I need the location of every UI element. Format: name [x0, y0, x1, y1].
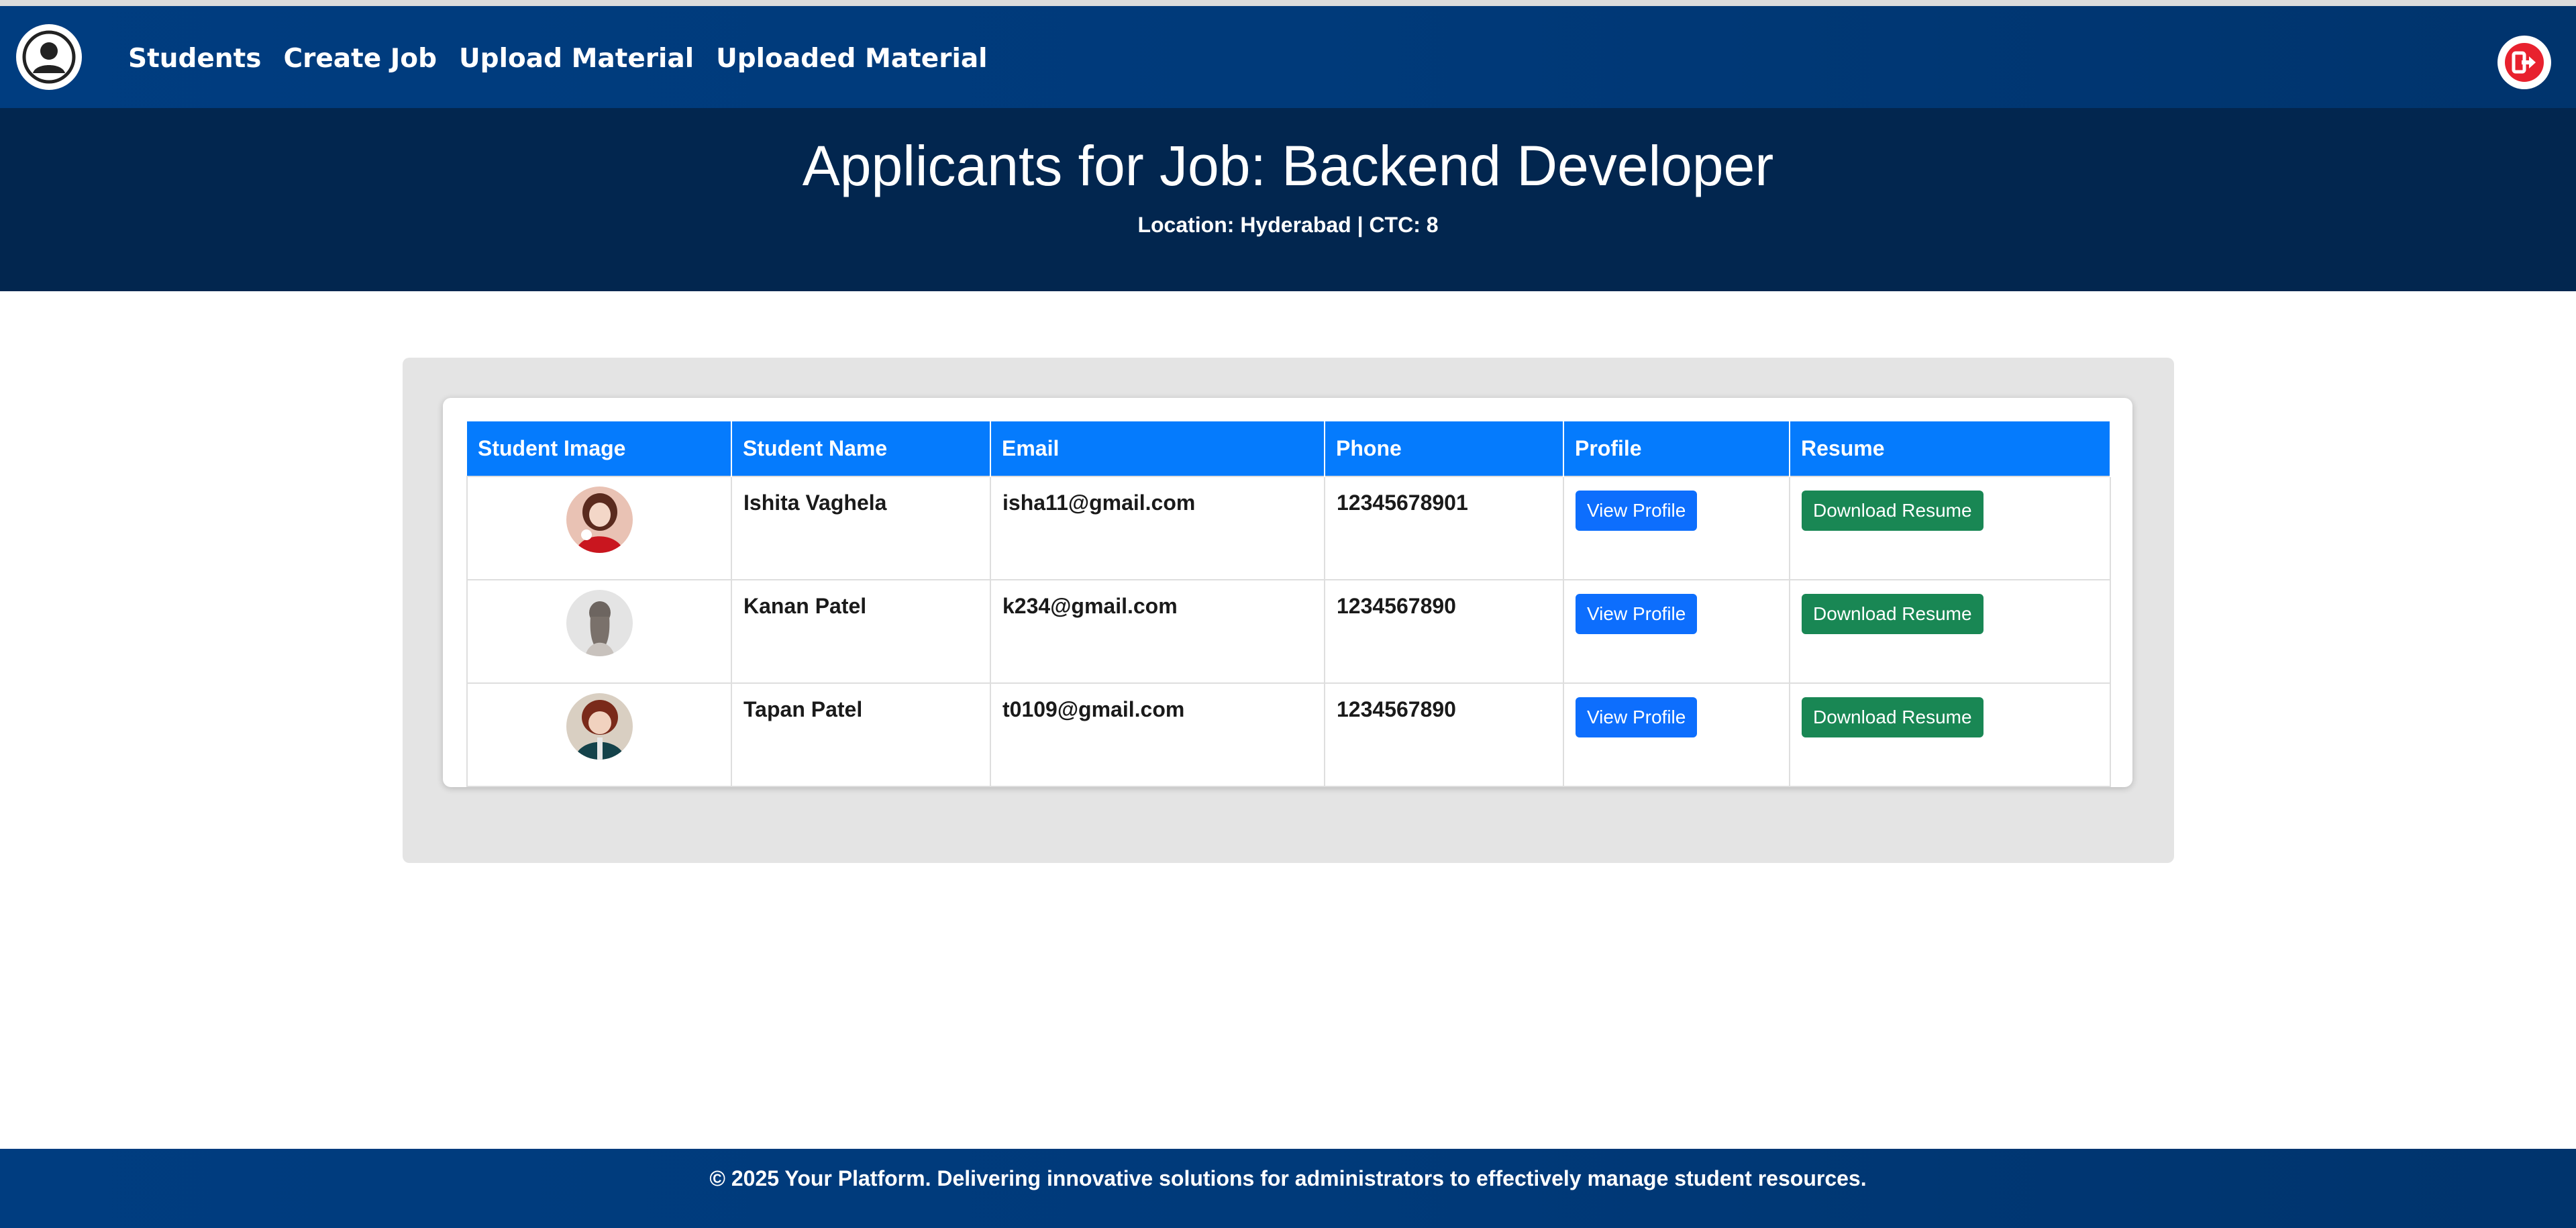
header-student-name: Student Name — [731, 421, 991, 476]
student-phone: 12345678901 — [1324, 476, 1564, 580]
content-panel: Student Image Student Name Email Phone P… — [403, 358, 2174, 863]
student-photo — [566, 590, 633, 656]
job-details: Location: Hyderabad | CTC: 8 — [0, 211, 2576, 239]
student-email: k234@gmail.com — [990, 579, 1325, 684]
view-profile-button[interactable]: View Profile — [1576, 697, 1698, 737]
details-separator: | — [1357, 213, 1363, 237]
resume-cell: Download Resume — [1789, 579, 2111, 684]
ctc-value: 8 — [1426, 213, 1439, 237]
student-image-cell — [466, 476, 732, 580]
footer-text: © 2025 Your Platform. Delivering innovat… — [709, 1166, 1867, 1190]
profile-cell: View Profile — [1563, 579, 1790, 684]
navbar: Students Create Job Upload Material Uplo… — [0, 6, 2576, 108]
header-resume: Resume — [1790, 421, 2111, 476]
profile-cell: View Profile — [1563, 476, 1790, 580]
footer: © 2025 Your Platform. Delivering innovat… — [0, 1149, 2576, 1228]
profile-cell: View Profile — [1563, 682, 1790, 787]
table-row: Ishita Vaghela isha11@gmail.com 12345678… — [466, 476, 2111, 580]
student-photo — [566, 693, 633, 760]
browser-top-border — [0, 0, 2576, 6]
applicants-card: Student Image Student Name Email Phone P… — [443, 398, 2132, 787]
nav-links: Students Create Job Upload Material Uplo… — [128, 38, 1010, 79]
student-image-cell — [466, 682, 732, 787]
ctc-label: CTC: — [1369, 213, 1421, 237]
student-email: t0109@gmail.com — [990, 682, 1325, 787]
student-phone: 1234567890 — [1324, 579, 1564, 684]
location-label: Location: — [1137, 213, 1235, 237]
admin-avatar[interactable] — [16, 24, 82, 90]
resume-cell: Download Resume — [1789, 476, 2111, 580]
logout-icon — [2505, 43, 2544, 82]
user-circle-icon — [22, 30, 76, 84]
logout-button[interactable] — [2497, 36, 2551, 89]
student-name: Kanan Patel — [731, 579, 991, 684]
job-header: Applicants for Job: Backend Developer Lo… — [0, 108, 2576, 291]
nav-link-students[interactable]: Students — [128, 44, 262, 74]
page-title: Applicants for Job: Backend Developer — [802, 134, 1774, 197]
header-email: Email — [990, 421, 1325, 476]
download-resume-button[interactable]: Download Resume — [1802, 491, 1983, 531]
table-row: Tapan Patel t0109@gmail.com 1234567890 V… — [466, 682, 2111, 787]
location-value: Hyderabad — [1240, 213, 1351, 237]
student-phone: 1234567890 — [1324, 682, 1564, 787]
header-profile: Profile — [1563, 421, 1790, 476]
nav-link-uploaded-material[interactable]: Uploaded Material — [716, 44, 987, 74]
header-student-image: Student Image — [467, 421, 732, 476]
student-email: isha11@gmail.com — [990, 476, 1325, 580]
student-photo — [566, 487, 633, 553]
resume-cell: Download Resume — [1789, 682, 2111, 787]
student-image-cell — [466, 579, 732, 684]
view-profile-button[interactable]: View Profile — [1576, 594, 1698, 634]
applicants-table: Student Image Student Name Email Phone P… — [466, 421, 2111, 787]
table-header-row: Student Image Student Name Email Phone P… — [467, 421, 2111, 476]
download-resume-button[interactable]: Download Resume — [1802, 697, 1983, 737]
student-name: Tapan Patel — [731, 682, 991, 787]
student-name: Ishita Vaghela — [731, 476, 991, 580]
nav-link-create-job[interactable]: Create Job — [284, 44, 437, 74]
nav-link-upload-material[interactable]: Upload Material — [459, 44, 694, 74]
download-resume-button[interactable]: Download Resume — [1802, 594, 1983, 634]
table-row: Kanan Patel k234@gmail.com 1234567890 Vi… — [466, 579, 2111, 684]
view-profile-button[interactable]: View Profile — [1576, 491, 1698, 531]
header-phone: Phone — [1325, 421, 1564, 476]
